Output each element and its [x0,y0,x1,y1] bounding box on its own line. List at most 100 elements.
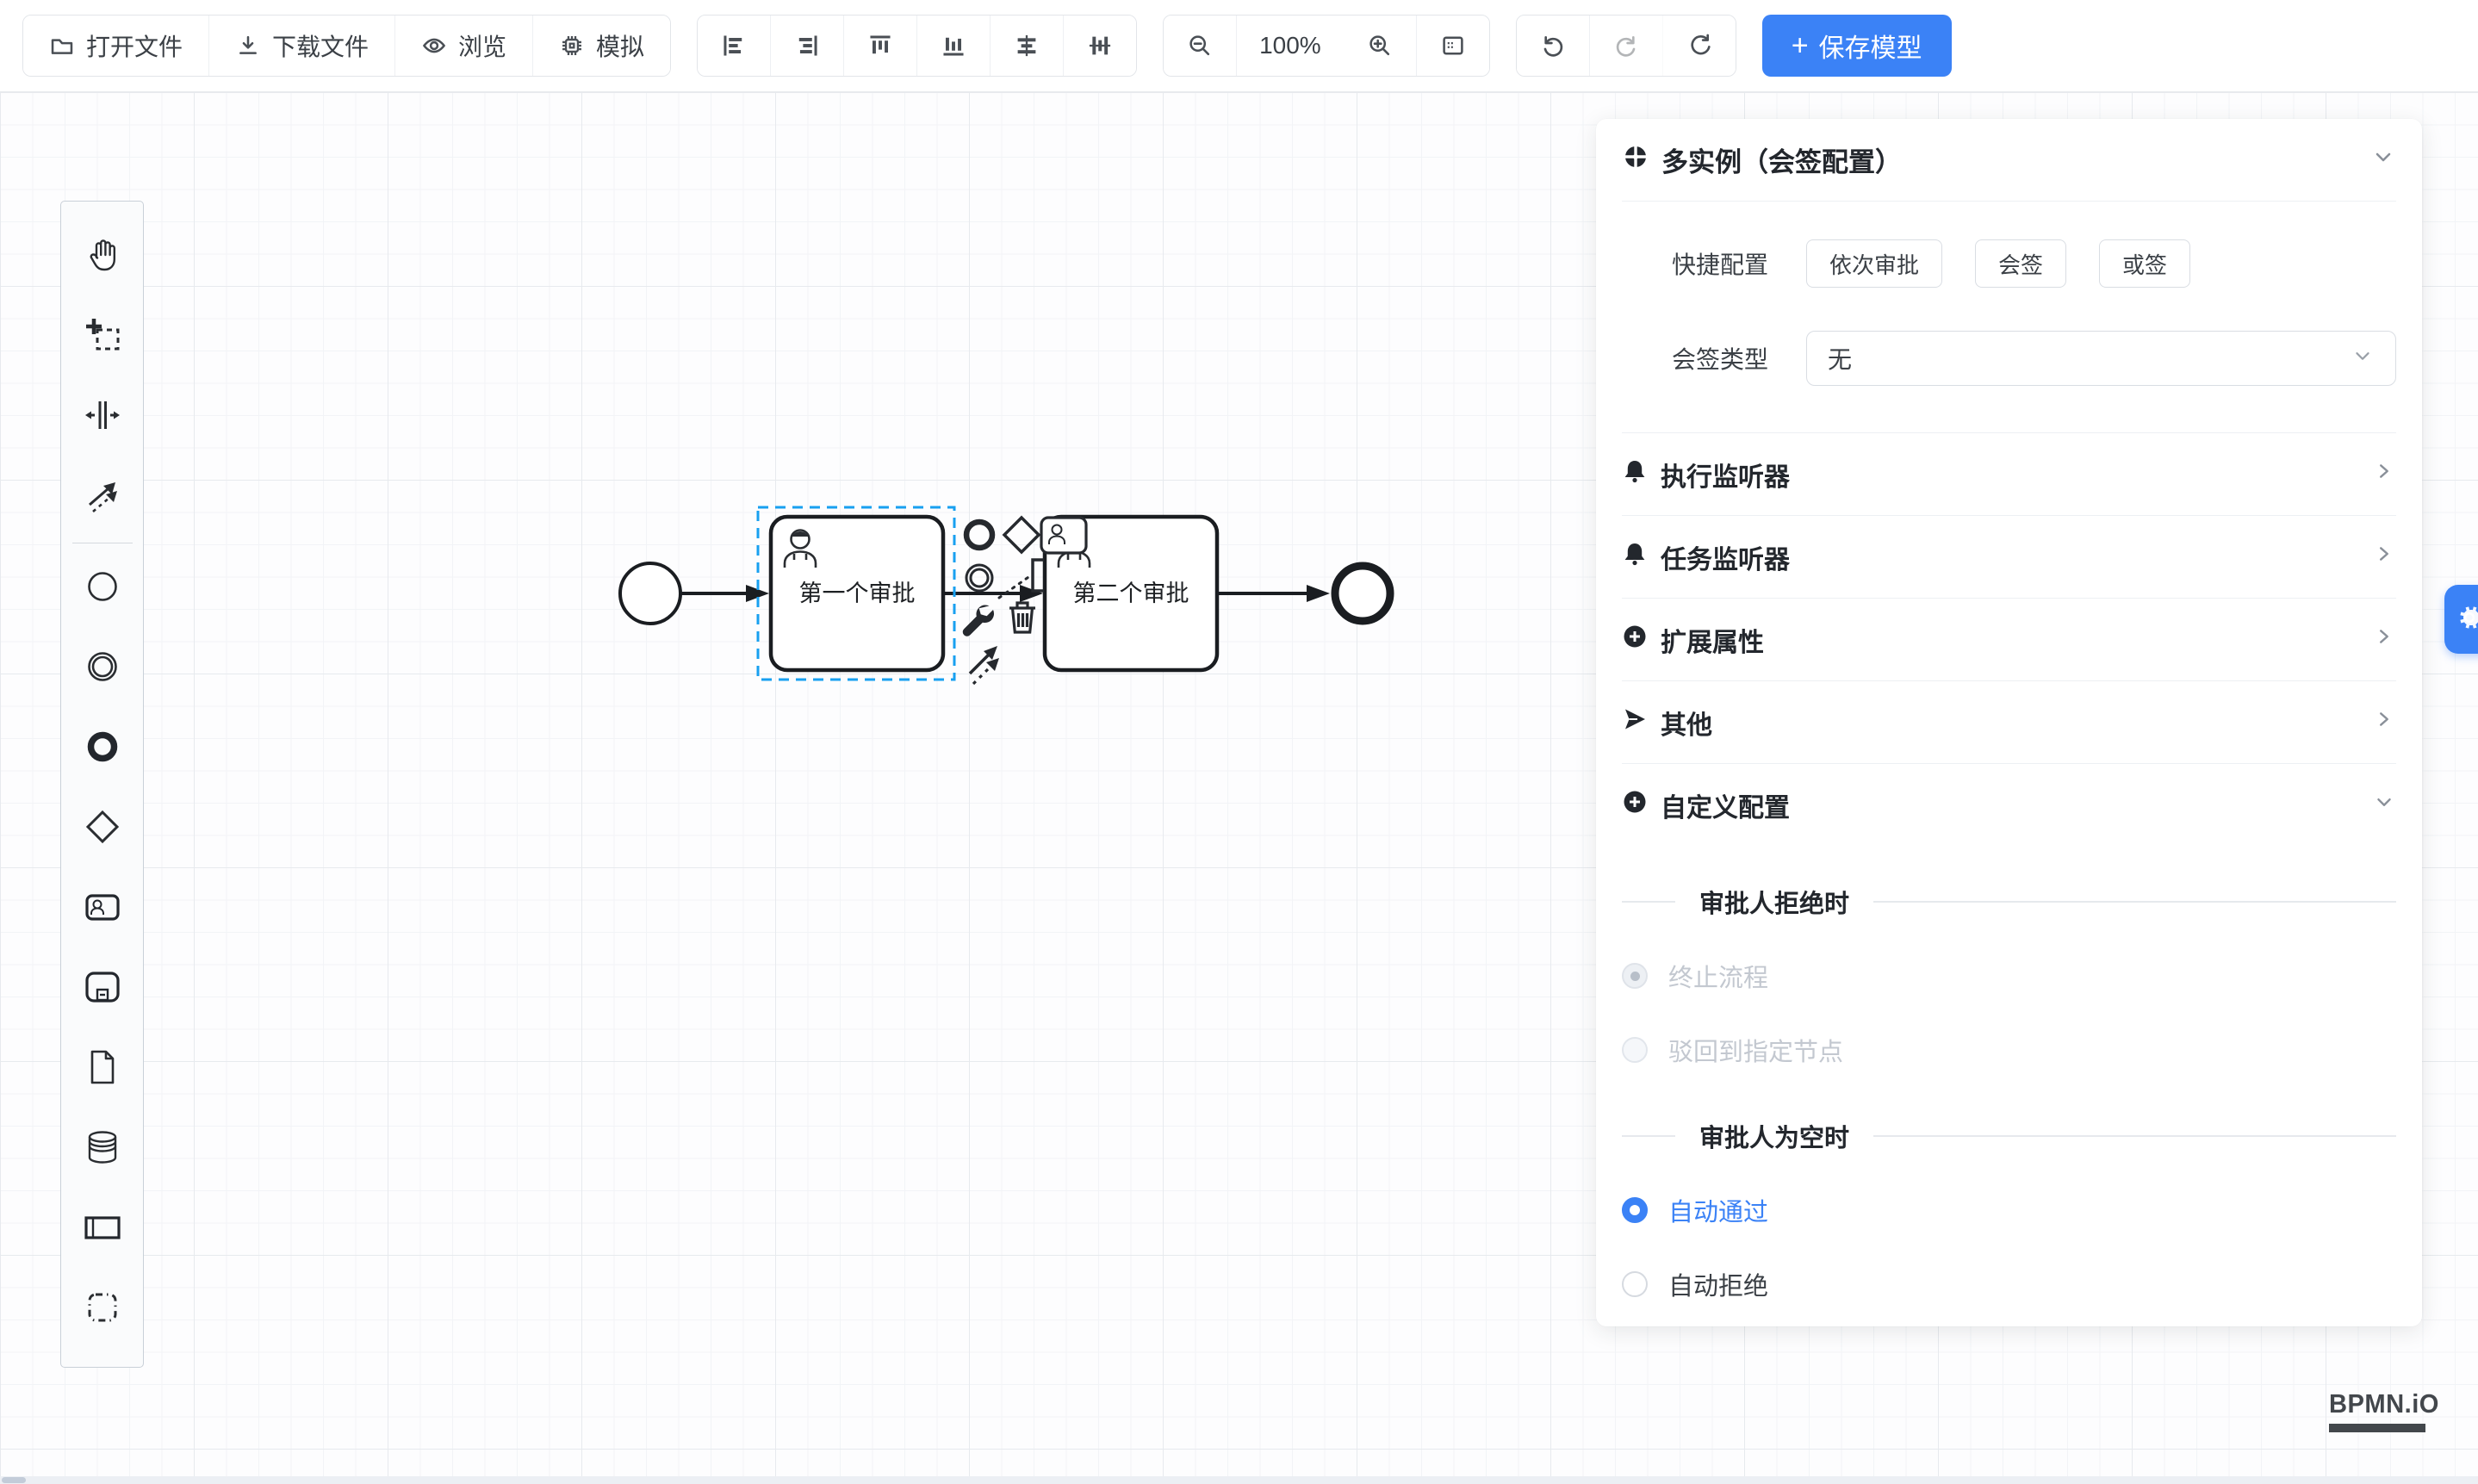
chevron-down-icon [2351,344,2375,374]
redo-icon [1613,33,1639,59]
align-group [697,15,1137,77]
reject-group-title: 审批人拒绝时 [1622,884,2396,920]
create-subprocess[interactable] [60,949,144,1029]
create-data-store[interactable] [60,1109,144,1189]
quick-option-countersign-button[interactable]: 会签 [1975,239,2066,288]
align-middle-vertical-icon [1087,33,1113,59]
settings-tab[interactable] [2444,585,2478,654]
context-pad-wrench-icon[interactable] [963,605,994,636]
create-participant[interactable] [60,1189,144,1270]
download-icon [235,33,261,59]
section-custom-config[interactable]: 自定义配置 [1622,763,2396,846]
chevron-right-icon [2372,707,2396,738]
align-right-button[interactable] [771,16,844,76]
scrollbar-thumb[interactable] [2,1477,26,1483]
chevron-right-icon [2372,624,2396,655]
section-label: 执行监听器 [1661,456,1790,494]
simulate-button[interactable]: 模拟 [533,16,670,76]
data-object-icon [83,1047,122,1091]
align-center-horizontal-icon [1014,33,1040,59]
radio-auto-reject[interactable]: 自动拒绝 [1622,1266,2396,1302]
create-data-object[interactable] [60,1029,144,1109]
quick-option-orsign-button[interactable]: 或签 [2099,239,2190,288]
align-top-button[interactable] [844,16,917,76]
quick-config-label: 快捷配置 [1622,246,1768,281]
create-end-event[interactable] [60,709,144,789]
file-actions-group: 打开文件 下载文件 浏览 模拟 [22,15,671,77]
global-connect-tool[interactable] [60,457,144,537]
start-event-shape[interactable] [620,563,680,624]
section-extended-properties[interactable]: 扩展属性 [1622,598,2396,680]
panel-header[interactable]: 多实例（会签配置） [1622,119,2396,202]
align-middle-vertical-button[interactable] [1064,16,1136,76]
lasso-tool[interactable] [60,297,144,377]
align-bottom-button[interactable] [917,16,991,76]
section-execution-listener[interactable]: 执行监听器 [1622,432,2396,515]
save-model-button[interactable]: + 保存模型 [1762,15,1952,77]
space-tool[interactable] [60,377,144,457]
context-pad-append-intermediate-event[interactable] [966,565,992,591]
radio-icon [1622,1037,1648,1063]
radio-icon [1622,1271,1648,1297]
create-start-event[interactable] [60,549,144,629]
sequence-flow-1[interactable] [680,585,769,602]
context-pad-connect-icon[interactable] [970,646,999,684]
context-pad-append-gateway[interactable] [1004,518,1039,552]
section-other[interactable]: 其他 [1622,680,2396,763]
create-group[interactable] [60,1270,144,1350]
empty-group-title: 审批人为空时 [1622,1118,2396,1154]
create-intermediate-event[interactable] [60,629,144,709]
section-label: 任务监听器 [1661,538,1790,576]
refresh-button[interactable] [1663,16,1736,76]
task-label: 第二个审批 [1073,581,1189,606]
context-pad-append-end-event[interactable] [966,522,992,548]
sign-type-select[interactable]: 无 [1806,331,2396,386]
divider [1873,901,2396,903]
save-model-label: 保存模型 [1819,27,1922,65]
plus-icon: + [1792,31,1809,60]
hand-tool[interactable] [60,217,144,297]
context-pad-delete-icon[interactable] [1009,603,1035,632]
preview-button[interactable]: 浏览 [395,16,533,76]
open-file-button[interactable]: 打开文件 [23,16,209,76]
end-event-shape[interactable] [1335,566,1390,621]
sequence-flow-2[interactable] [943,585,1043,602]
create-gateway[interactable] [60,789,144,869]
zoom-level[interactable]: 100% [1237,16,1344,76]
fit-viewport-button[interactable] [1417,16,1489,76]
horizontal-scrollbar[interactable] [0,1476,2478,1484]
download-file-label: 下载文件 [272,28,369,63]
bell-icon [1622,458,1648,491]
task-label: 第一个审批 [799,581,916,606]
radio-icon [1622,1197,1648,1223]
create-user-task[interactable] [60,869,144,949]
end-event-icon [83,727,122,771]
sequence-flow-3[interactable] [1217,585,1330,602]
redo-button[interactable] [1590,16,1663,76]
download-file-button[interactable]: 下载文件 [209,16,395,76]
quick-option-sequential-button[interactable]: 依次审批 [1806,239,1942,288]
section-task-listener[interactable]: 任务监听器 [1622,515,2396,598]
hand-icon [83,235,122,279]
open-file-label: 打开文件 [86,28,183,63]
undo-icon [1540,33,1566,59]
multi-instance-icon [1622,143,1649,177]
eye-icon [421,33,447,59]
context-pad-append-user-task[interactable] [1041,518,1086,553]
undo-button[interactable] [1517,16,1590,76]
align-right-icon [794,33,820,59]
simulate-label: 模拟 [596,28,644,63]
bell-icon [1622,541,1648,574]
section-label: 其他 [1661,704,1712,742]
radio-auto-pass[interactable]: 自动通过 [1622,1192,2396,1228]
user-task-first[interactable]: 第一个审批 [771,517,943,670]
zoom-out-button[interactable] [1164,16,1237,76]
align-left-button[interactable] [698,16,771,76]
panel-title: 多实例（会签配置） [1661,140,1902,179]
section-label: 扩展属性 [1661,621,1764,659]
zoom-in-button[interactable] [1344,16,1417,76]
fit-viewport-icon [1440,33,1466,59]
align-center-horizontal-button[interactable] [991,16,1064,76]
bpmn-io-watermark[interactable]: BPMN.iO [2329,1388,2446,1432]
folder-open-icon [49,33,75,59]
